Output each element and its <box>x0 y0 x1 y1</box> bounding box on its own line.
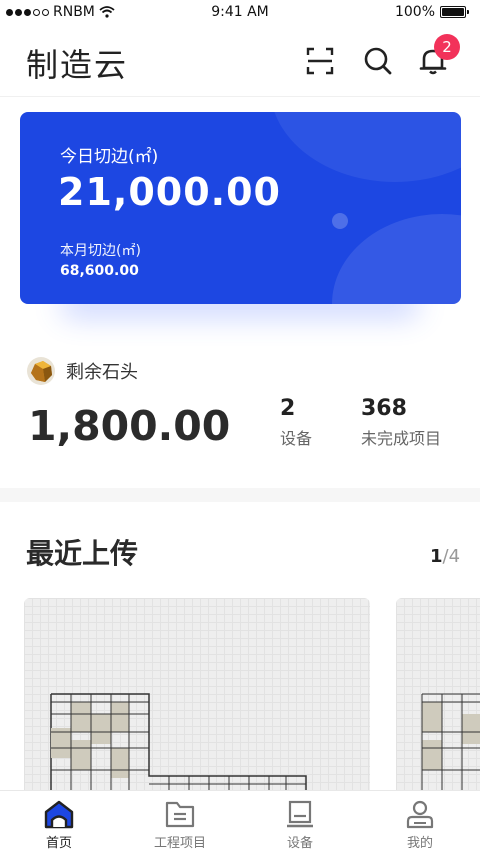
remaining-stone-header: 剩余石头 <box>26 356 138 386</box>
tab-mine-label: 我的 <box>406 836 433 851</box>
battery-icon <box>440 6 469 18</box>
tab-mine[interactable]: 我的 <box>375 799 465 851</box>
unfinished-projects-label: 未完成项目 <box>361 429 442 448</box>
unfinished-projects-stat[interactable]: 368 未完成项目 <box>361 396 441 449</box>
battery-percent: 100% <box>394 4 435 20</box>
tab-home-label: 首页 <box>45 836 72 851</box>
pager-total: /4 <box>442 546 461 567</box>
header-divider <box>0 96 480 97</box>
decorative-dot <box>332 213 348 229</box>
devices-label: 设备 <box>280 429 313 448</box>
recent-uploads-pager: 1/4 <box>430 546 460 567</box>
upload-card[interactable] <box>24 598 370 798</box>
bottom-tab-bar: 首页 工程项目 设备 我的 <box>0 790 480 854</box>
tab-projects-label: 工程项目 <box>153 836 206 851</box>
battery-info: 100% <box>394 4 469 20</box>
today-cutting-value: 21,000.00 <box>58 170 281 214</box>
pager-current: 1 <box>430 546 443 567</box>
tab-home[interactable]: 首页 <box>14 799 104 851</box>
folder-icon <box>165 801 195 828</box>
decorative-circle <box>270 112 461 182</box>
status-bar: RNBM 9:41 AM 100% <box>0 0 480 26</box>
tab-devices[interactable]: 设备 <box>255 799 345 851</box>
profile-icon <box>406 800 434 829</box>
devices-count: 2 <box>280 396 296 421</box>
decorative-circle <box>332 214 461 304</box>
recent-uploads-title: 最近上传 <box>26 537 139 570</box>
devices-stat[interactable]: 2 设备 <box>280 396 312 449</box>
month-cutting-label: 本月切边(㎡) <box>60 243 141 259</box>
search-icon[interactable] <box>363 46 393 76</box>
month-cutting-value: 68,600.00 <box>60 263 139 279</box>
machine-icon <box>287 800 313 828</box>
remaining-stone-label: 剩余石头 <box>66 362 138 383</box>
section-divider <box>0 488 480 502</box>
home-icon <box>44 800 74 829</box>
today-cutting-label: 今日切边(㎡) <box>60 147 159 167</box>
tab-devices-label: 设备 <box>286 836 313 851</box>
app-title: 制造云 <box>26 46 129 84</box>
layout-drawing <box>421 693 480 798</box>
unfinished-projects-count: 368 <box>361 396 407 421</box>
app-header: 制造云 2 <box>0 26 480 96</box>
layout-drawing <box>50 693 307 798</box>
scan-icon[interactable] <box>305 46 335 76</box>
stone-icon <box>27 357 55 385</box>
upload-card[interactable] <box>396 598 480 798</box>
remaining-stone-value: 1,800.00 <box>28 402 231 450</box>
tab-projects[interactable]: 工程项目 <box>135 799 225 851</box>
cutting-summary-card[interactable]: 今日切边(㎡) 21,000.00 本月切边(㎡) 68,600.00 <box>20 112 461 304</box>
notification-badge: 2 <box>434 34 460 60</box>
